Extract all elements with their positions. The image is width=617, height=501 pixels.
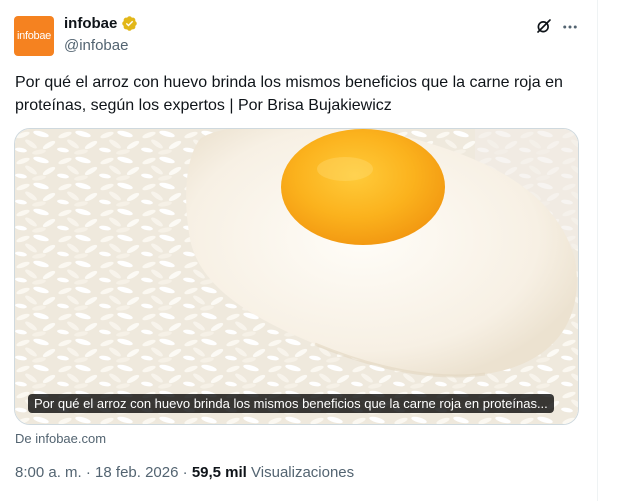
verified-badge-icon[interactable] bbox=[121, 15, 138, 32]
card-caption: Por qué el arroz con huevo brinda los mi… bbox=[28, 394, 554, 413]
avatar[interactable]: infobae bbox=[14, 16, 54, 56]
handle[interactable]: @infobae bbox=[64, 37, 128, 54]
link-card[interactable]: Por qué el arroz con huevo brinda los mi… bbox=[14, 128, 579, 425]
grok-icon[interactable] bbox=[535, 17, 553, 35]
author-name-row: infobae bbox=[64, 15, 138, 32]
display-name[interactable]: infobae bbox=[64, 15, 117, 32]
meta-separator: · bbox=[85, 464, 91, 481]
tweet-date[interactable]: 18 feb. 2026 bbox=[95, 464, 178, 481]
avatar-logo-text: infobae bbox=[17, 30, 51, 42]
column-divider bbox=[597, 0, 598, 501]
tweet-text: Por qué el arroz con huevo brinda los mi… bbox=[15, 74, 563, 114]
views-label: Visualizaciones bbox=[251, 464, 355, 481]
views-count: 59,5 mil bbox=[191, 464, 247, 481]
tweet-time[interactable]: 8:00 a. m. bbox=[15, 464, 82, 481]
tweet-metadata: 8:00 a. m. · 18 feb. 2026 · 59,5 mil Vis… bbox=[15, 464, 354, 481]
meta-separator: · bbox=[182, 464, 188, 481]
link-source[interactable]: De infobae.com bbox=[15, 431, 106, 446]
more-icon[interactable] bbox=[561, 18, 579, 36]
card-image-rice-with-egg[interactable] bbox=[15, 129, 579, 425]
